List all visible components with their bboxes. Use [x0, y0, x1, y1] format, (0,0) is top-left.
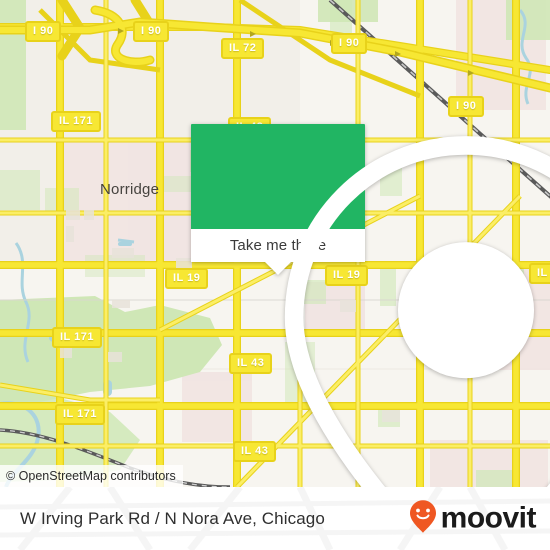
place-label-norridge: Norridge [100, 181, 160, 198]
road-shield[interactable]: IL 171 [52, 327, 102, 348]
footer-bar: W Irving Park Rd / N Nora Ave, Chicago m… [0, 487, 550, 550]
road-shield[interactable]: I 90 [25, 21, 62, 42]
moovit-logo[interactable]: moovit [409, 499, 537, 538]
road-shield[interactable]: IL 72 [221, 38, 265, 59]
moovit-station-card: Norridge I 90 I 90 IL 72 I 90 I 90 IL 17… [0, 0, 550, 550]
map-canvas[interactable]: Norridge I 90 I 90 IL 72 I 90 I 90 IL 17… [0, 0, 550, 487]
road-shield[interactable]: IL 171 [55, 404, 105, 425]
popup-pointer [265, 262, 291, 275]
moovit-wordmark: moovit [440, 501, 537, 535]
road-shield[interactable]: I 90 [133, 21, 170, 42]
station-popup[interactable]: Take me there [191, 124, 550, 487]
road-shield[interactable]: I 90 [331, 33, 368, 54]
station-title: W Irving Park Rd / N Nora Ave, Chicago [20, 508, 325, 528]
road-shield[interactable]: IL 171 [51, 111, 101, 132]
moovit-smiley-pin-icon [409, 499, 437, 538]
popup-icon-area [191, 124, 550, 487]
road-shield[interactable]: I 90 [448, 96, 485, 117]
map-attribution[interactable]: © OpenStreetMap contributors [0, 465, 183, 487]
